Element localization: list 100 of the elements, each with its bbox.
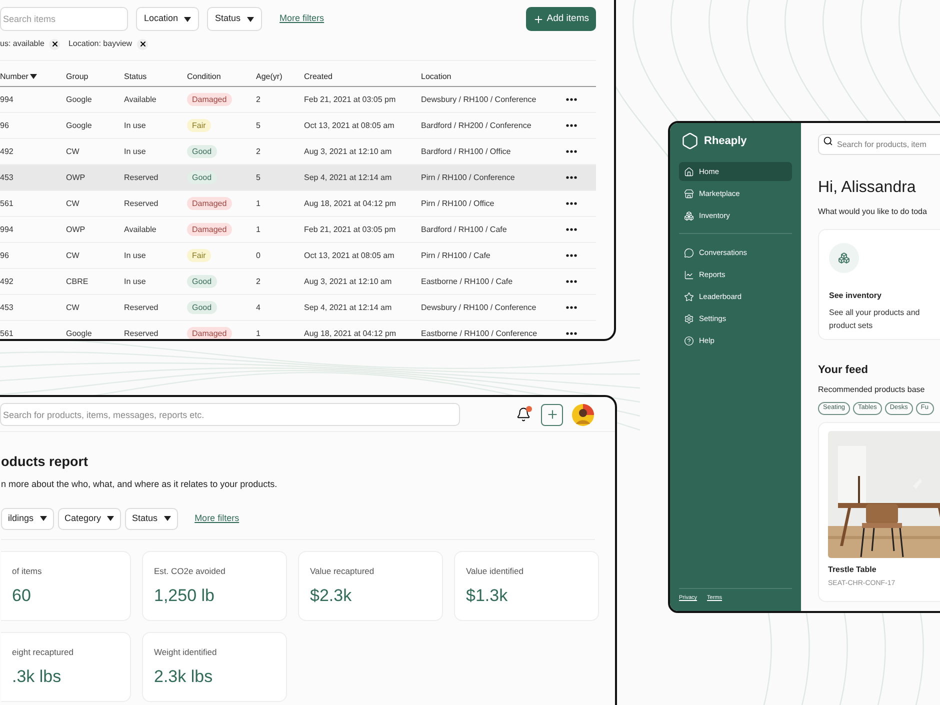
boxes-icon bbox=[684, 210, 694, 220]
condition-badge: Damaged bbox=[187, 196, 232, 210]
table-cell-text: Reserved bbox=[124, 328, 160, 339]
remove-chip-button[interactable] bbox=[137, 38, 148, 50]
more-options-icon[interactable] bbox=[566, 280, 577, 283]
metric-label: Value identified bbox=[466, 564, 524, 578]
column-header[interactable]: Status bbox=[124, 70, 187, 82]
table-cell-text: CW bbox=[66, 198, 80, 210]
feed-subtitle: Recommended products base bbox=[818, 384, 926, 396]
table-cell-text: 2 bbox=[256, 276, 262, 288]
table-cell-text: OWP bbox=[66, 224, 86, 236]
more-filters-link[interactable]: More filters bbox=[280, 12, 324, 26]
table-cell-text: 0 bbox=[256, 250, 262, 262]
more-options-icon[interactable] bbox=[566, 254, 577, 257]
table-cell-text: Sep 4, 2021 at 12:14 am bbox=[304, 172, 393, 184]
table-cell-text: 453 bbox=[0, 172, 14, 184]
table-cell-text: CW bbox=[66, 302, 80, 314]
chat-bubble-icon bbox=[684, 248, 694, 258]
notification-bell-icon[interactable] bbox=[516, 407, 531, 422]
column-header[interactable]: Age(yr) bbox=[256, 70, 304, 82]
table-cell-text: 1 bbox=[256, 328, 262, 339]
table-cell-text: Dewsbury / RH100 / Conference bbox=[421, 94, 538, 106]
condition-badge: Fair bbox=[187, 118, 211, 132]
add-button[interactable] bbox=[541, 404, 563, 426]
condition-badge: Good bbox=[187, 170, 217, 184]
remove-chip-button[interactable] bbox=[49, 38, 60, 50]
metric-value: 2.3k lbs bbox=[154, 666, 214, 688]
table-cell-text: Aug 3, 2021 at 12:10 am bbox=[304, 276, 393, 288]
inventory-card[interactable]: See inventory See all your products and product sets bbox=[818, 229, 940, 340]
table-cell-text: 492 bbox=[0, 146, 14, 158]
filter-dropdown[interactable]: Status bbox=[207, 7, 262, 31]
more-options-icon[interactable] bbox=[566, 202, 577, 205]
metric-value: $2.3k bbox=[310, 584, 353, 606]
line-chart-icon bbox=[684, 270, 694, 280]
page-title: oducts report bbox=[1, 453, 90, 471]
caret-icon bbox=[164, 516, 171, 522]
card-text: See all your products and product sets bbox=[829, 307, 921, 332]
filter-dropdown[interactable]: Category bbox=[58, 508, 122, 530]
table-cell-text: Google bbox=[66, 120, 93, 132]
caret-icon bbox=[30, 74, 38, 79]
plus-icon bbox=[532, 14, 544, 24]
column-header[interactable]: Number bbox=[0, 70, 66, 82]
metric-label: of items bbox=[12, 564, 43, 578]
table-cell-text: In use bbox=[124, 120, 147, 132]
search-icon bbox=[823, 136, 833, 146]
more-options-icon[interactable] bbox=[566, 150, 577, 153]
more-options-icon[interactable] bbox=[566, 124, 577, 127]
table-cell-text: Bardford / RH100 / Cafe bbox=[421, 224, 508, 236]
table-cell-text: Aug 18, 2021 at 04:12 pm bbox=[304, 328, 398, 339]
table-cell-text: Pirn / RH100 / Conference bbox=[421, 172, 516, 184]
more-options-icon[interactable] bbox=[566, 98, 577, 101]
metric-value: 1,250 lb bbox=[154, 584, 216, 606]
table-row[interactable]: 453 OWP Reserved Good 5 Sep 4, 2021 at 12:14 am Pirn / RH100 / Conference bbox=[0, 165, 596, 191]
greeting: Hi, Alissandra bbox=[818, 178, 917, 198]
more-options-icon[interactable] bbox=[566, 228, 577, 231]
more-options-icon[interactable] bbox=[566, 306, 577, 309]
table-cell-text: Reserved bbox=[124, 302, 160, 314]
table-cell-text: OWP bbox=[66, 172, 86, 184]
table-cell-text: 453 bbox=[0, 302, 14, 314]
table-cell-text: In use bbox=[124, 276, 147, 288]
add-items-button[interactable]: Add items bbox=[526, 7, 596, 31]
column-header[interactable]: Condition bbox=[187, 70, 256, 82]
search-field[interactable]: Search for products, item bbox=[818, 134, 940, 155]
prompt-text: What would you like to do toda bbox=[818, 206, 928, 218]
more-options-icon[interactable] bbox=[566, 176, 577, 179]
filter-dropdown[interactable]: Status bbox=[125, 508, 178, 530]
search-field[interactable]: Search items bbox=[0, 7, 128, 31]
table-cell-text: Oct 13, 2021 at 08:05 am bbox=[304, 250, 396, 262]
table-cell-text: 994 bbox=[0, 94, 14, 106]
search-field[interactable]: Search for products, items, messages, reports etc. bbox=[0, 403, 460, 426]
avatar[interactable] bbox=[572, 404, 594, 426]
metric-label: Value recaptured bbox=[310, 564, 376, 578]
table-cell-text: 4 bbox=[256, 302, 262, 314]
more-filters-link[interactable]: More filters bbox=[194, 512, 240, 526]
table-cell-text: Aug 3, 2021 at 12:10 am bbox=[304, 146, 393, 158]
page-subtitle: n more about the who, what, and where as it relates to your products. bbox=[1, 478, 278, 492]
metric-label: Weight identified bbox=[154, 646, 218, 658]
table-cell-text: Aug 18, 2021 at 04:12 pm bbox=[304, 198, 398, 210]
filter-chip-label: us: available bbox=[0, 38, 44, 50]
column-header[interactable]: Group bbox=[66, 70, 124, 82]
table-cell-text: 994 bbox=[0, 224, 14, 236]
table-cell-text: Sep 4, 2021 at 12:14 am bbox=[304, 302, 393, 314]
table-cell-text: In use bbox=[124, 146, 147, 158]
boxes-icon bbox=[838, 252, 850, 264]
condition-badge: Good bbox=[187, 300, 217, 314]
table-cell-text: 2 bbox=[256, 146, 262, 158]
table-cell-text: CW bbox=[66, 146, 80, 158]
table-cell-text: Dewsbury / RH100 / Conference bbox=[421, 302, 538, 314]
condition-badge: Damaged bbox=[187, 92, 232, 106]
table-cell-text: 2 bbox=[256, 94, 262, 106]
table-cell-text: In use bbox=[124, 250, 147, 262]
column-header[interactable]: Created bbox=[304, 70, 421, 82]
more-options-icon[interactable] bbox=[566, 332, 577, 335]
table-cell-text: 96 bbox=[0, 120, 10, 132]
close-icon bbox=[50, 40, 59, 48]
column-header[interactable]: Location bbox=[421, 70, 566, 82]
filter-dropdown[interactable]: Location bbox=[136, 7, 200, 31]
card-title: See inventory bbox=[829, 290, 882, 302]
gear-icon bbox=[684, 314, 694, 324]
filter-dropdown[interactable]: ildings bbox=[1, 508, 54, 530]
